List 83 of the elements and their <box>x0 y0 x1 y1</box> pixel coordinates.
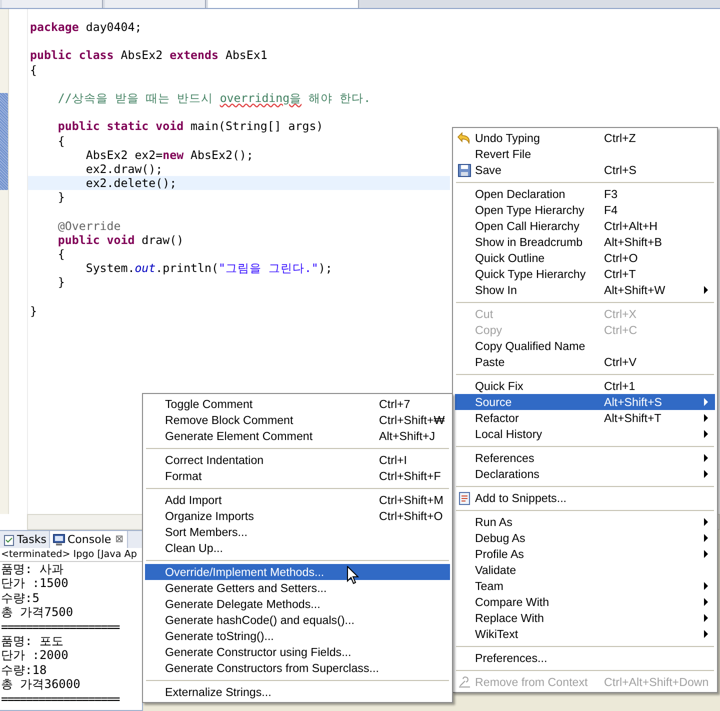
code-line: public class AbsEx2 extends AbsEx1 <box>29 47 268 63</box>
code-line: } <box>56 190 66 204</box>
console-output: 품명: 사과 <box>0 562 64 576</box>
menu-item[interactable]: Generate Constructors from Superclass... <box>145 660 450 676</box>
menu-item[interactable]: Override/Implement Methods... <box>145 564 450 580</box>
menu-item[interactable]: Generate toString()... <box>145 628 450 644</box>
code-line: ex2.draw(); <box>84 162 164 176</box>
menu-item[interactable]: Generate Constructor using Fields... <box>145 644 450 660</box>
menu-item[interactable]: Save Ctrl+S <box>455 162 715 178</box>
menu-item[interactable]: Add Import Ctrl+Shift+M <box>145 492 450 508</box>
console-output: 수량:5 <box>0 590 40 606</box>
code-line: //상속을 받을 때는 반드시 overriding을 해야 한다. <box>56 90 372 106</box>
clipboard-check-icon <box>3 534 15 546</box>
console-output: 단가 :1500 <box>0 576 70 591</box>
menu-item[interactable]: Declarations <box>455 466 715 482</box>
menu-item[interactable]: WikiText <box>455 626 715 642</box>
menu-item[interactable]: Toggle Comment Ctrl+7 <box>145 396 450 412</box>
menu-item[interactable]: Generate Getters and Setters... <box>145 580 450 596</box>
menu-item[interactable]: Show In Alt+Shift+W <box>455 282 715 298</box>
menu-item[interactable]: Validate <box>455 562 715 578</box>
snippet-document-icon <box>458 492 470 504</box>
submenu-arrow-icon <box>703 286 709 294</box>
menu-item[interactable]: Clean Up... <box>145 540 450 556</box>
menu-item[interactable]: Quick Fix Ctrl+1 <box>455 378 715 394</box>
menu-item[interactable]: Local History <box>455 426 715 442</box>
menu-item[interactable]: References <box>455 450 715 466</box>
menu-item[interactable]: Remove Block Comment Ctrl+Shift+₩ <box>145 412 450 428</box>
console-output: 품명: 포도 <box>0 634 64 648</box>
separator-line-text: =================== <box>0 620 121 634</box>
code-line: AbsEx2 ex2=new AbsEx2(); <box>84 148 254 162</box>
menu-item[interactable]: Source Alt+Shift+S <box>455 394 715 410</box>
menu-item[interactable]: Generate Element Comment Alt+Shift+J <box>145 428 450 444</box>
code-line: { <box>56 134 66 148</box>
menu-item[interactable]: Quick Outline Ctrl+O <box>455 250 715 266</box>
editor-tab[interactable] <box>2 0 103 8</box>
menu-item[interactable]: Add to Snippets... <box>455 490 715 506</box>
console-output: 단가 :2000 <box>0 648 70 663</box>
code-line: { <box>29 62 38 77</box>
console-output: 총 가격7500 <box>0 605 74 620</box>
menu-item[interactable]: Run As <box>455 514 715 530</box>
menu-item[interactable]: Paste Ctrl+V <box>455 354 715 370</box>
code-line: System.out.println("그림을 그린다."); <box>84 261 334 276</box>
code-line: @Override <box>56 218 122 233</box>
menu-item[interactable]: Profile As <box>455 546 715 562</box>
menu-item[interactable]: Refactor Alt+Shift+T <box>455 410 715 426</box>
context-icon <box>458 676 470 688</box>
menu-item[interactable]: Copy Qualified Name <box>455 338 715 354</box>
menu-item[interactable]: Open Call Hierarchy Ctrl+Alt+H <box>455 218 715 234</box>
editor-tab[interactable] <box>208 0 359 8</box>
monitor-icon <box>53 534 66 546</box>
menu-item[interactable]: Organize Imports Ctrl+Shift+O <box>145 508 450 524</box>
menu-item[interactable]: Generate hashCode() and equals()... <box>145 612 450 628</box>
code-line: public static void main(String[] args) <box>56 118 324 134</box>
menu-item[interactable]: Team <box>455 578 715 594</box>
menu-item[interactable]: Debug As <box>455 530 715 546</box>
close-icon[interactable]: ⊠ <box>115 534 124 545</box>
code-line: { <box>56 247 66 262</box>
menu-item[interactable]: Open Declaration F3 <box>455 186 715 202</box>
code-line: public void draw() <box>56 232 185 247</box>
menu-item[interactable]: Preferences... <box>455 650 715 666</box>
menu-item[interactable]: Sort Members... <box>145 524 450 540</box>
code-line: package day0404; <box>29 20 143 34</box>
code-line: } <box>29 302 38 318</box>
undo-arrow-icon <box>457 132 471 144</box>
menu-item[interactable]: Correct Indentation Ctrl+I <box>145 452 450 468</box>
console-status: <terminated> Ipgo [Java Ap <box>0 548 142 562</box>
console-output: 수량:18 <box>0 662 48 678</box>
console-output: 총 가격36000 <box>0 677 82 692</box>
menu-item[interactable]: Open Type Hierarchy F4 <box>455 202 715 218</box>
editor-tab[interactable] <box>105 0 206 8</box>
menu-item[interactable]: Replace With <box>455 610 715 626</box>
separator-line-text: =================== <box>0 692 121 706</box>
menu-item[interactable]: Revert File <box>455 146 715 162</box>
menu-item[interactable]: Show in Breadcrumb Alt+Shift+B <box>455 234 715 250</box>
view-tab[interactable]: Console ⊠ <box>50 531 128 548</box>
menu-item[interactable]: Format Ctrl+Shift+F <box>145 468 450 484</box>
menu-item[interactable]: Undo Typing Ctrl+Z <box>455 130 715 146</box>
code-line: } <box>56 275 66 290</box>
menu-item[interactable]: Generate Delegate Methods... <box>145 596 450 612</box>
menu-item[interactable]: Externalize Strings... <box>145 684 450 700</box>
menu-item[interactable]: Quick Type Hierarchy Ctrl+T <box>455 266 715 282</box>
mouse-pointer-icon <box>347 566 359 585</box>
menu-item[interactable]: Compare With <box>455 594 715 610</box>
